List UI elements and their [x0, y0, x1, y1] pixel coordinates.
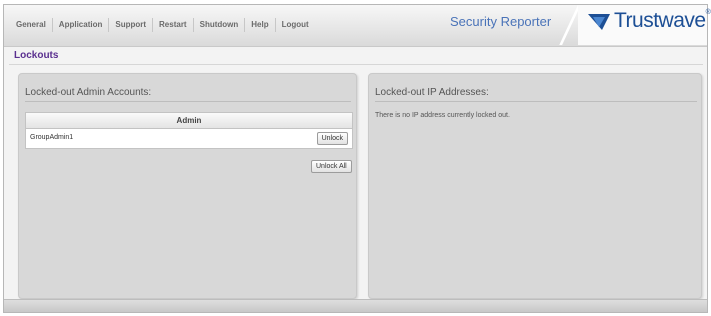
app-frame: General Application Support Restart Shut…	[3, 4, 711, 313]
nav-application[interactable]: Application	[53, 18, 110, 32]
ip-panel-heading: Locked-out IP Addresses:	[375, 87, 489, 98]
app-title: Security Reporter	[450, 14, 552, 29]
unlock-button[interactable]: Unlock	[316, 132, 348, 145]
admin-table: Admin GroupAdmin1 Unlock	[25, 112, 353, 149]
ip-panel-divider	[375, 101, 697, 102]
admin-lockouts-panel: Locked-out Admin Accounts: Admin GroupAd…	[18, 73, 357, 299]
admin-column-header: Admin	[26, 113, 352, 129]
nav-shutdown[interactable]: Shutdown	[194, 18, 246, 32]
logo-text: Trustwave	[614, 9, 706, 32]
page-title: Lockouts	[14, 50, 59, 61]
nav-logout[interactable]: Logout	[276, 18, 315, 32]
nav-help[interactable]: Help	[245, 18, 276, 32]
nav-restart[interactable]: Restart	[153, 18, 194, 32]
logo-wordmark: Trustwave®	[614, 9, 711, 33]
nav-general[interactable]: General	[10, 18, 53, 32]
top-navigation-bar: General Application Support Restart Shut…	[4, 5, 711, 47]
table-row: GroupAdmin1 Unlock	[26, 129, 352, 148]
main-menu: General Application Support Restart Shut…	[10, 18, 315, 32]
trustwave-logo: Trustwave®	[578, 5, 711, 45]
ip-empty-message: There is no IP address currently locked …	[375, 112, 510, 119]
trustwave-logo-icon	[588, 14, 610, 30]
title-divider	[9, 64, 703, 65]
nav-support[interactable]: Support	[109, 18, 154, 32]
unlock-all-button[interactable]: Unlock All	[311, 160, 352, 173]
footer-bar	[4, 299, 707, 312]
ip-lockouts-panel: Locked-out IP Addresses: There is no IP …	[368, 73, 702, 299]
admin-panel-heading: Locked-out Admin Accounts:	[25, 87, 152, 98]
logo-registered-mark: ®	[705, 9, 711, 16]
admin-name: GroupAdmin1	[30, 134, 74, 141]
admin-panel-divider	[25, 101, 351, 102]
